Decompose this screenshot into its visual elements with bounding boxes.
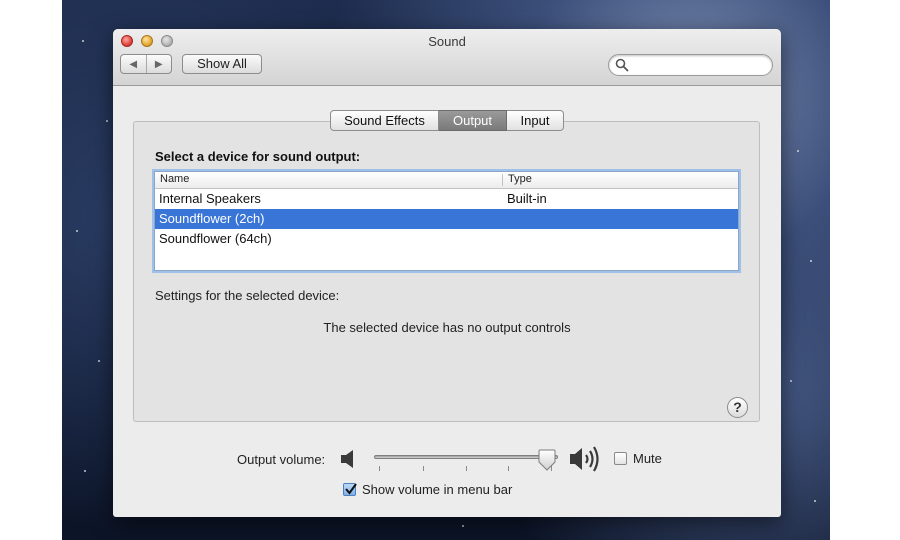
mute-checkbox-box[interactable] [614, 452, 627, 465]
tab-sound-effects[interactable]: Sound Effects [330, 110, 439, 131]
show-all-button[interactable]: Show All [182, 54, 262, 74]
speaker-high-icon [570, 446, 599, 472]
table-row[interactable]: Internal Speakers Built-in [155, 189, 738, 209]
table-row[interactable]: Soundflower (64ch) [155, 229, 738, 249]
help-button[interactable]: ? [727, 397, 748, 418]
slider-tick [423, 466, 424, 471]
device-name: Internal Speakers [159, 191, 261, 206]
forward-button[interactable]: ▶ [145, 55, 172, 73]
device-name: Soundflower (64ch) [159, 231, 272, 246]
forward-arrow-icon: ▶ [154, 58, 163, 70]
column-header-name[interactable]: Name [160, 173, 189, 185]
device-type: Built-in [507, 191, 547, 206]
mute-checkbox[interactable]: Mute [614, 451, 662, 466]
tab-content-pane [133, 121, 760, 422]
slider-tick [379, 466, 380, 471]
tab-input[interactable]: Input [507, 110, 564, 131]
device-name: Soundflower (2ch) [159, 211, 265, 226]
mute-label: Mute [633, 451, 662, 466]
table-row-selected[interactable]: Soundflower (2ch) [155, 209, 738, 229]
slider-knob[interactable] [537, 449, 557, 471]
help-icon: ? [733, 399, 742, 415]
back-arrow-icon: ◀ [129, 58, 138, 70]
search-input[interactable] [631, 56, 765, 74]
table-header: Name Type [155, 172, 738, 189]
settings-label: Settings for the selected device: [155, 288, 340, 303]
show-volume-label: Show volume in menu bar [362, 482, 513, 497]
window-title: Sound [428, 34, 466, 49]
slider-tick [466, 466, 467, 471]
column-header-type[interactable]: Type [508, 173, 532, 185]
slider-tick [508, 466, 509, 471]
output-volume-label: Output volume: [237, 452, 326, 467]
output-device-table[interactable]: Name Type Internal Speakers Built-in Sou… [154, 171, 739, 271]
search-icon [615, 58, 629, 72]
window-titlebar: Sound ◀ ▶ Show All [113, 29, 781, 86]
checkmark-icon [345, 483, 357, 495]
sound-preferences-window: Sound ◀ ▶ Show All Sound Effects Output … [113, 29, 781, 517]
back-forward-control: ◀ ▶ [120, 54, 172, 74]
tab-output[interactable]: Output [439, 110, 507, 131]
show-volume-in-menu-bar-checkbox[interactable]: Show volume in menu bar [343, 482, 512, 497]
output-device-heading: Select a device for sound output: [155, 149, 361, 164]
output-volume-slider[interactable] [372, 449, 562, 475]
speaker-low-icon [341, 450, 353, 468]
no-controls-message: The selected device has no output contro… [323, 320, 571, 335]
show-volume-checkbox-box[interactable] [343, 483, 357, 496]
tab-bar: Sound Effects Output Input [330, 110, 564, 131]
search-field[interactable] [608, 54, 773, 76]
column-divider [502, 174, 503, 186]
back-button[interactable]: ◀ [121, 55, 146, 73]
slider-track [374, 455, 558, 459]
